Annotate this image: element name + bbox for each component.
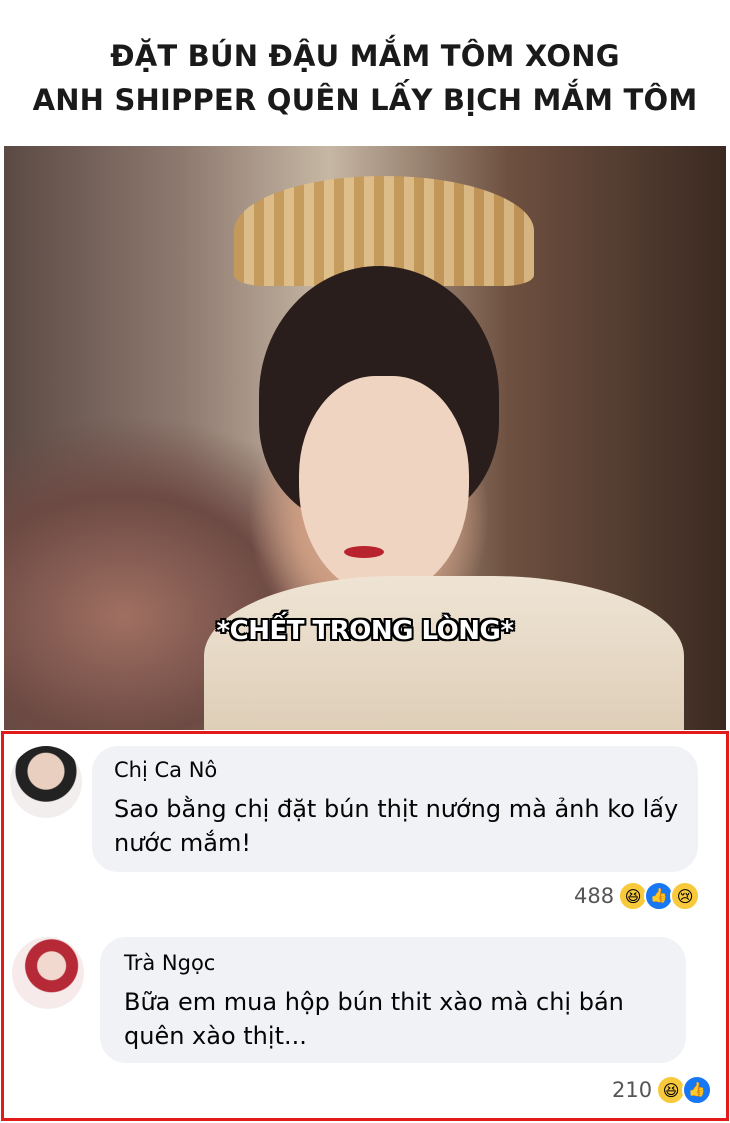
robe-image <box>204 576 684 730</box>
comment-bubble: Trà Ngọc Bữa em mua hộp bún thit xào mà … <box>100 937 686 1063</box>
reaction-count: 210 <box>612 1078 653 1102</box>
meme-photo: *CHẾT TRONG LÒNG* <box>4 146 726 730</box>
avatar[interactable] <box>12 937 84 1009</box>
comment-bubble: Chị Ca Nô Sao bằng chị đặt bún thịt nướn… <box>92 746 698 872</box>
commenter-name[interactable]: Trà Ngọc <box>124 951 215 975</box>
meme-title: ĐẶT BÚN ĐẬU MẮM TÔM XONG ANH SHIPPER QUÊ… <box>4 4 726 146</box>
sad-icon: 😢 <box>670 881 701 911</box>
title-line-1: ĐẶT BÚN ĐẬU MẮM TÔM XONG <box>110 39 620 73</box>
comment-text: Bữa em mua hộp bún thit xào mà chị bán q… <box>124 988 624 1050</box>
title-line-2: ANH SHIPPER QUÊN LẤY BỊCH MẮM TÔM <box>32 83 698 117</box>
comments-section: Chị Ca Nô Sao bằng chị đặt bún thịt nướn… <box>1 731 729 1121</box>
avatar[interactable] <box>10 746 82 818</box>
photo-caption: *CHẾT TRONG LÒNG* <box>216 616 514 646</box>
reaction-summary[interactable]: 210 😆 👍 <box>612 1073 713 1107</box>
reaction-count: 488 <box>574 884 615 908</box>
commenter-name[interactable]: Chị Ca Nô <box>114 758 217 782</box>
face-image <box>299 376 469 596</box>
reaction-summary[interactable]: 488 😆 👍 😢 <box>574 879 701 913</box>
lips-image <box>344 546 384 558</box>
like-icon: 👍 <box>682 1075 713 1105</box>
meme-frame: ĐẶT BÚN ĐẬU MẮM TÔM XONG ANH SHIPPER QUÊ… <box>0 0 730 1123</box>
comment-text: Sao bằng chị đặt bún thịt nướng mà ảnh k… <box>114 795 679 857</box>
